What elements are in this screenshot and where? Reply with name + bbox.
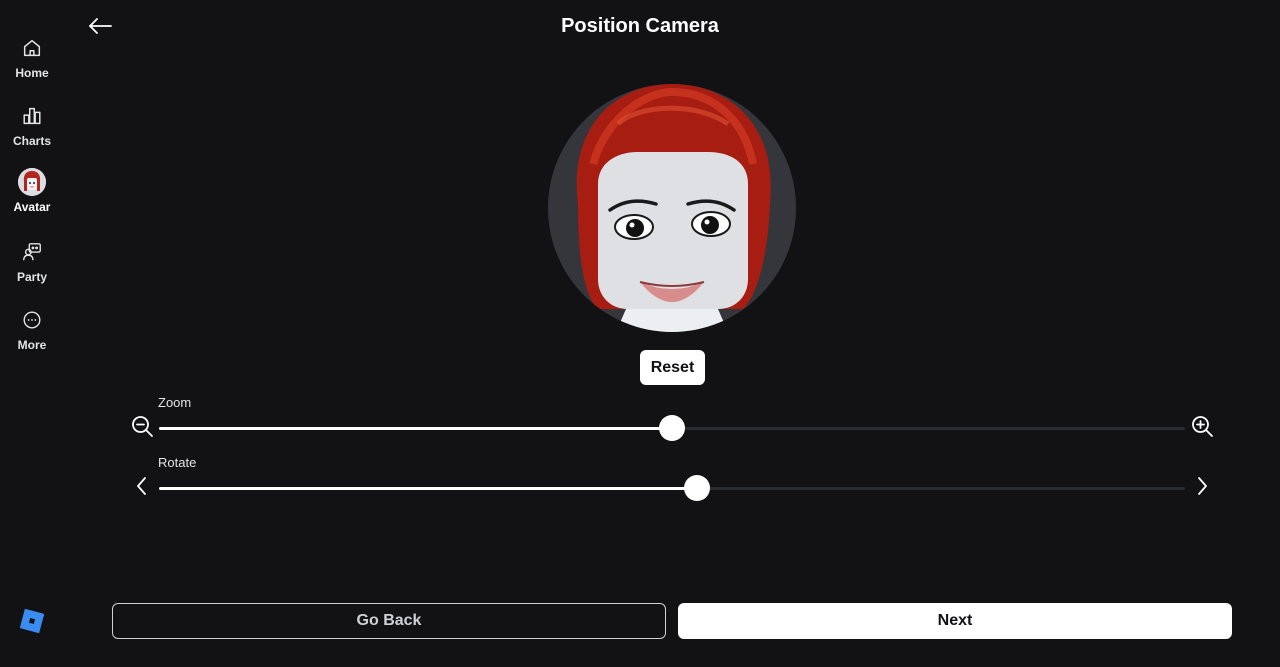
sidebar-item-charts[interactable]: Charts [0, 102, 64, 162]
roblox-logo-icon[interactable] [19, 608, 45, 634]
sidebar-item-home[interactable]: Home [0, 34, 64, 94]
party-icon [18, 238, 46, 266]
zoom-out-button[interactable] [128, 414, 156, 442]
page-title: Position Camera [561, 15, 719, 37]
app-root: Home Charts Avatar Party More Position C… [0, 0, 1280, 667]
sidebar-item-label: Home [15, 66, 49, 80]
avatar-head-image [576, 84, 771, 332]
rotate-slider[interactable] [159, 475, 1185, 501]
rotate-left-button[interactable] [128, 474, 156, 502]
avatar-preview[interactable] [548, 84, 796, 332]
sidebar-item-avatar[interactable]: Avatar [0, 168, 64, 228]
home-icon [18, 34, 46, 62]
sidebar-item-label: More [17, 338, 47, 352]
reset-button[interactable]: Reset [640, 350, 705, 385]
sidebar-item-more[interactable]: More [0, 306, 64, 366]
rotate-slider-fill [159, 487, 697, 490]
sidebar-item-label: Avatar [13, 200, 51, 214]
zoom-in-button[interactable] [1188, 414, 1216, 442]
zoom-label: Zoom [158, 395, 192, 410]
zoom-slider[interactable] [159, 415, 1185, 441]
go-back-button[interactable]: Go Back [112, 603, 666, 639]
avatar-icon [18, 168, 46, 196]
rotate-right-button[interactable] [1188, 474, 1216, 502]
zoom-in-icon [1190, 414, 1214, 443]
zoom-slider-fill [159, 427, 672, 430]
next-button[interactable]: Next [678, 603, 1232, 639]
zoom-slider-thumb[interactable] [659, 415, 685, 441]
rotate-slider-thumb[interactable] [683, 475, 710, 501]
chevron-right-icon [1194, 475, 1210, 502]
avatar [18, 168, 46, 196]
sidebar-item-label: Charts [12, 134, 51, 148]
sidebar-item-party[interactable]: Party [0, 238, 64, 298]
sidebar: Home Charts Avatar Party More [0, 0, 64, 667]
sidebar-item-label: Party [16, 270, 48, 284]
chevron-left-icon [134, 475, 150, 502]
zoom-out-icon [130, 414, 154, 443]
more-icon [18, 306, 46, 334]
rotate-label: Rotate [158, 455, 197, 470]
charts-icon [18, 102, 46, 130]
